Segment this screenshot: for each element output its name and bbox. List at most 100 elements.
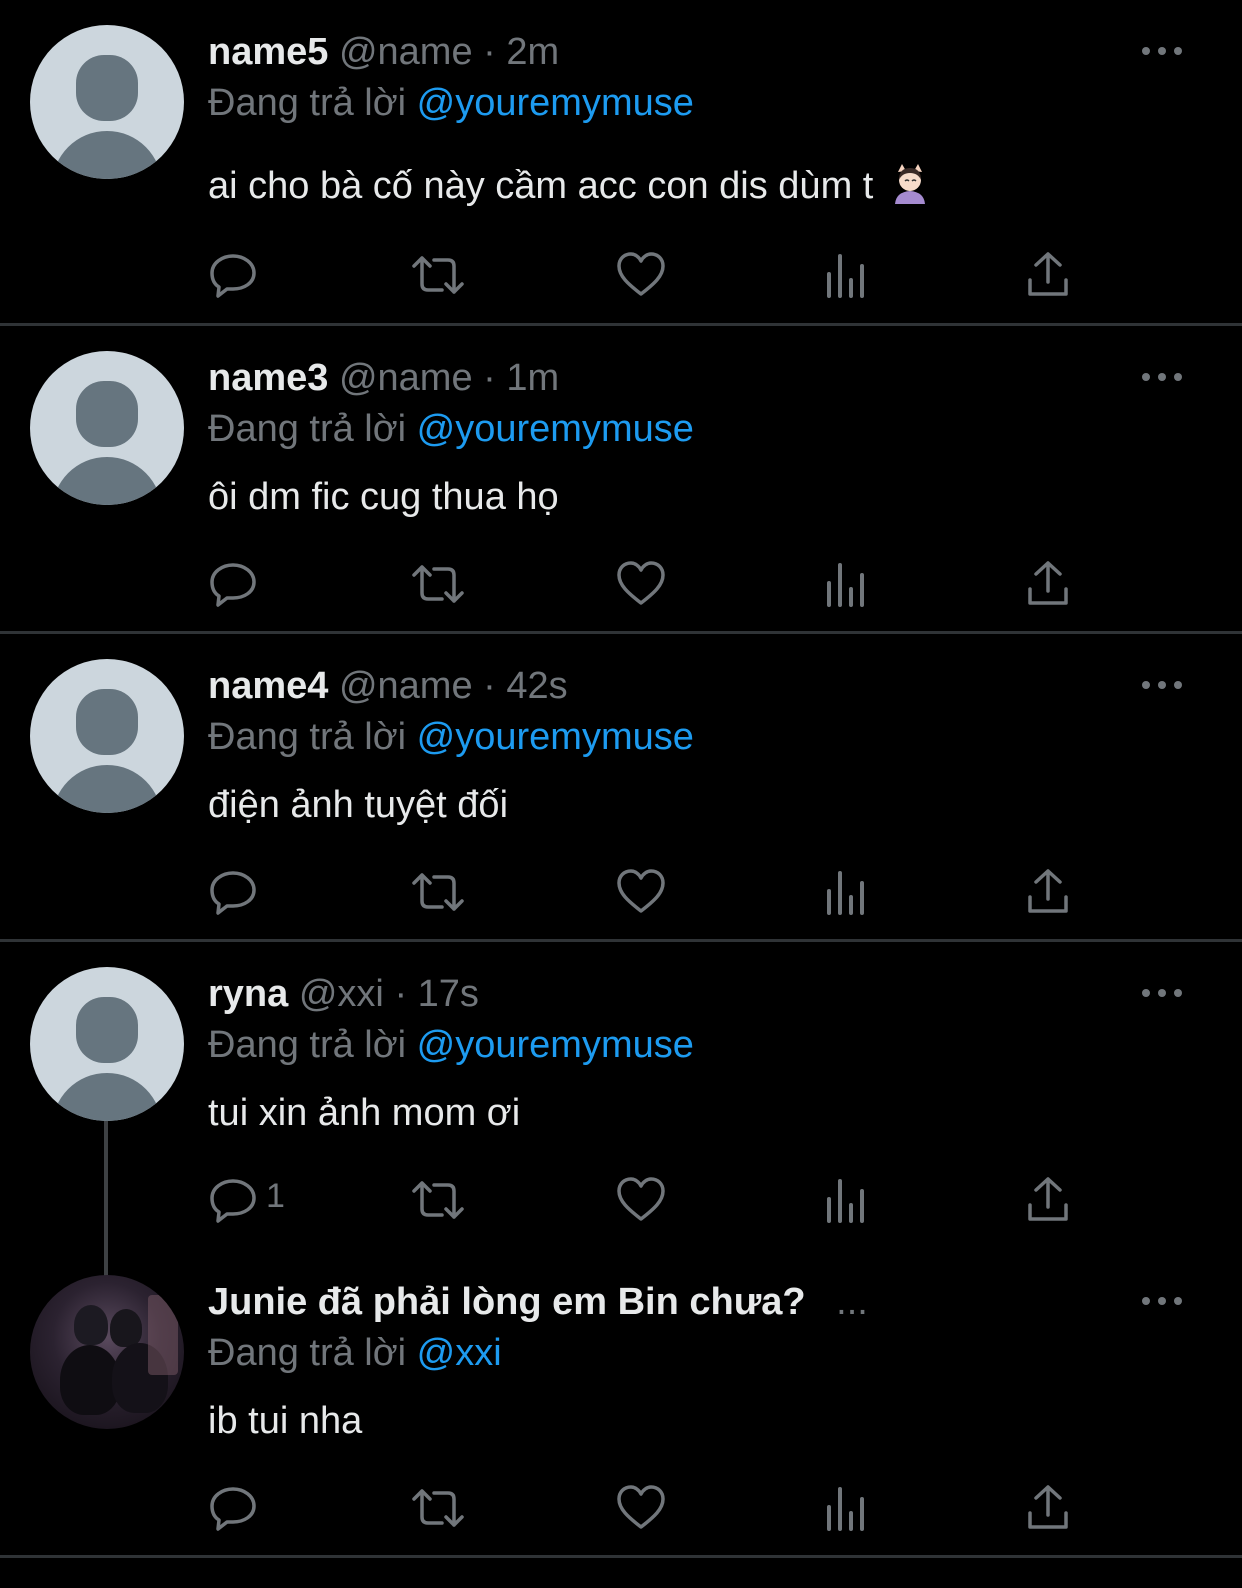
share-button[interactable] [1026,250,1070,300]
replying-to: Đang trả lời @youremymuse [208,712,694,762]
display-name[interactable]: name5 [208,31,328,73]
views-button[interactable] [824,867,868,917]
more-icon[interactable] [1142,1295,1182,1307]
views-icon [827,1179,864,1223]
share-icon [1028,1485,1068,1529]
retweet-button[interactable] [410,559,466,609]
replying-to: Đang trả lời @youremymuse [208,404,694,454]
mention-link[interactable]: @youremymuse [417,82,694,124]
timestamp[interactable]: 1m [506,357,559,399]
reply-button[interactable] [208,867,258,917]
replying-to: Đang trả lời @youremymuse [208,1020,694,1070]
share-button[interactable] [1026,1175,1070,1225]
reply-button[interactable]: 1 [208,1175,308,1225]
tweet[interactable]: name5 @name · 2m Đang trả lời @youremymu… [0,0,1242,326]
avatar[interactable] [30,659,184,813]
avatar[interactable] [30,351,184,505]
display-name[interactable]: ryna [208,973,288,1015]
user-handle[interactable]: @name [339,31,473,73]
share-icon [1028,869,1068,913]
reply-icon [210,563,256,607]
display-name[interactable]: Junie đã phải lòng em Bin chưa? [208,1281,806,1323]
avatar[interactable] [30,25,184,179]
more-icon[interactable] [1142,371,1182,383]
user-handle[interactable]: @name [339,665,473,707]
avatar-photo[interactable] [30,1275,184,1429]
reply-icon [210,1179,256,1223]
views-button[interactable] [824,250,868,300]
more-icon[interactable] [1142,45,1182,57]
tweet-header: ryna @xxi · 17s [208,969,479,1019]
replying-to: Đang trả lời @xxi [208,1328,502,1378]
user-handle[interactable]: @xxi [299,973,384,1015]
tweet[interactable]: ryna @xxi · 17s Đang trả lời @youremymus… [0,942,1242,1250]
views-icon [827,563,864,607]
like-button[interactable] [616,559,666,609]
separator: · [483,665,496,707]
reply-button[interactable] [208,559,258,609]
retweet-button[interactable] [410,1483,466,1533]
tweet-actions [208,867,1088,917]
avatar[interactable] [30,967,184,1121]
tweet-actions [208,1483,1088,1533]
tweet-header: name5 @name · 2m [208,27,559,77]
tweet[interactable]: Junie đã phải lòng em Bin chưa? ... Đang… [0,1250,1242,1558]
heart-icon [617,561,665,605]
heart-icon [617,869,665,913]
replying-to-label: Đang trả lời [208,1024,407,1066]
tweet[interactable]: name3 @name · 1m Đang trả lời @youremymu… [0,326,1242,634]
reply-icon [210,254,256,298]
more-icon[interactable] [1142,987,1182,999]
user-handle[interactable]: @name [339,357,473,399]
like-button[interactable] [616,867,666,917]
separator: · [483,357,496,399]
timestamp[interactable]: 2m [506,31,559,73]
mention-link[interactable]: @youremymuse [417,408,694,450]
tweet-text-content: ai cho bà cố này cầm acc con dis dùm t [208,165,874,207]
share-button[interactable] [1026,559,1070,609]
tweet-text: ib tui nha [208,1400,363,1442]
tweet-text: điện ảnh tuyệt đối [208,784,509,826]
more-icon[interactable] [1142,679,1182,691]
like-button[interactable] [616,1175,666,1225]
views-button[interactable] [824,1483,868,1533]
tweet[interactable]: name4 @name · 42s Đang trả lời @youremym… [0,634,1242,942]
reply-button[interactable] [208,1483,258,1533]
tweet-actions [208,559,1088,609]
mention-link[interactable]: @youremymuse [417,716,694,758]
default-avatar-icon [76,689,138,755]
separator: · [483,31,496,73]
retweet-icon [412,256,464,294]
reply-icon [210,1487,256,1531]
share-button[interactable] [1026,1483,1070,1533]
share-button[interactable] [1026,867,1070,917]
separator: · [394,973,408,1015]
retweet-button[interactable] [410,1175,466,1225]
views-button[interactable] [824,1175,868,1225]
views-button[interactable] [824,559,868,609]
mention-link[interactable]: @youremymuse [417,1024,694,1066]
retweet-button[interactable] [410,250,466,300]
share-icon [1028,1177,1068,1221]
default-avatar-icon [76,997,138,1063]
tweet-actions: 1 [208,1175,1088,1225]
views-icon [827,1487,864,1531]
retweet-icon [412,1181,464,1219]
woman-gesturing-emoji [894,164,925,204]
retweet-icon [412,873,464,911]
display-name[interactable]: name3 [208,357,328,399]
timestamp[interactable]: 42s [506,665,567,707]
heart-icon [617,252,665,296]
reply-button[interactable] [208,250,258,300]
tweet-header: name3 @name · 1m [208,353,559,403]
name-truncation: ... [836,1281,868,1323]
tweet-text: ôi dm fic cug thua họ [208,476,559,518]
display-name[interactable]: name4 [208,665,328,707]
like-button[interactable] [616,1483,666,1533]
mention-link[interactable]: @xxi [417,1332,502,1374]
heart-icon [617,1177,665,1221]
like-button[interactable] [616,250,666,300]
timestamp[interactable]: 17s [418,973,479,1015]
retweet-button[interactable] [410,867,466,917]
tweet-header: Junie đã phải lòng em Bin chưa? ... [208,1277,868,1327]
